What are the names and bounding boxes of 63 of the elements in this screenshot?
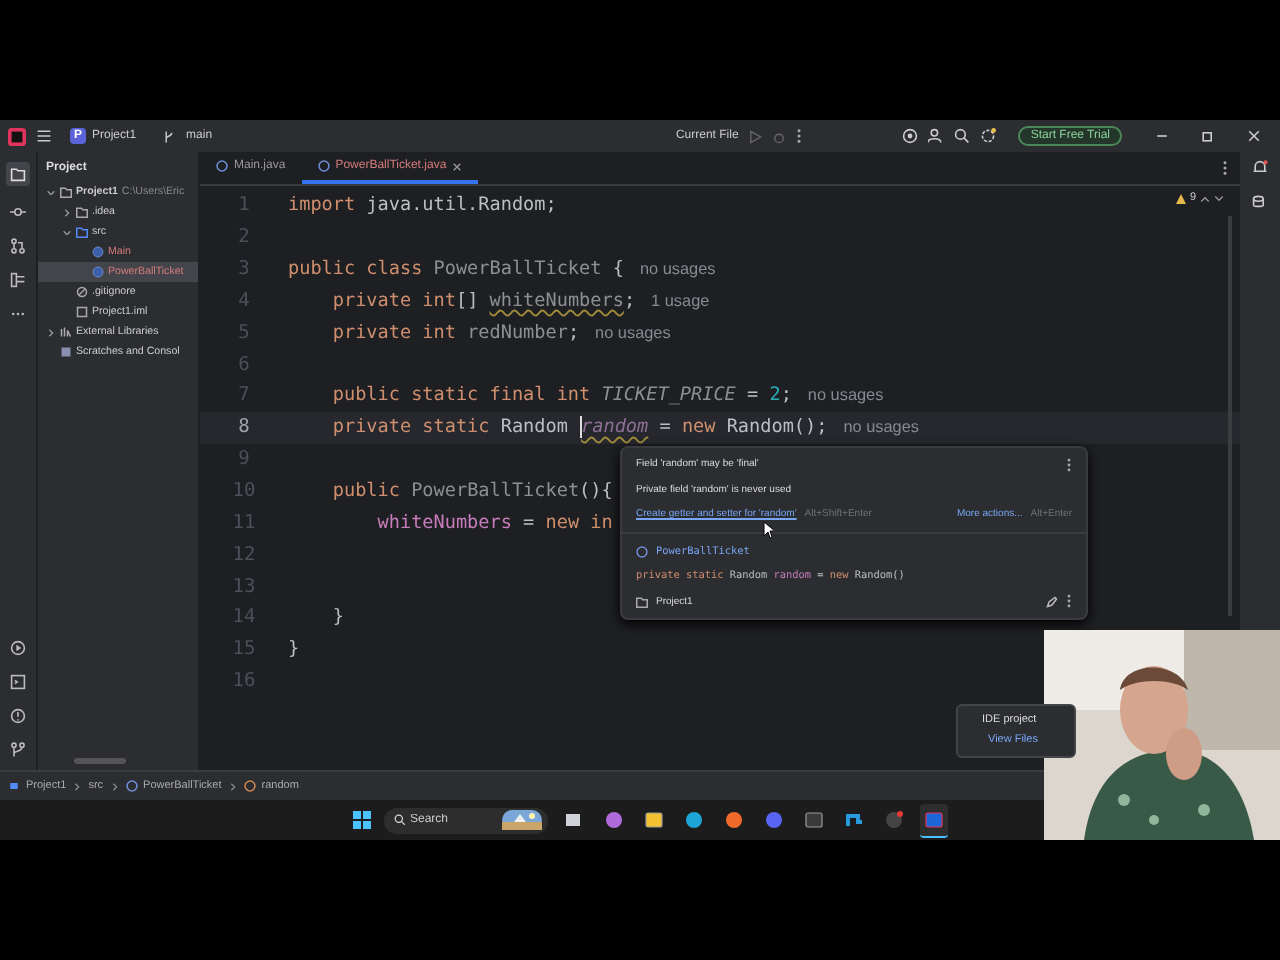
code-line: whiteNumbers = new in — [375, 511, 613, 534]
class-icon — [216, 160, 228, 172]
scrollbar[interactable] — [74, 758, 126, 764]
chevron-icon — [227, 781, 238, 791]
branch-icon — [162, 129, 177, 143]
ide-app-icon[interactable] — [920, 803, 948, 837]
code-line: public class PowerBallTicket { no usages — [288, 258, 716, 281]
database-icon[interactable] — [1252, 194, 1268, 210]
scratch-icon — [60, 346, 72, 358]
chevron-icon — [109, 781, 120, 791]
up-icon[interactable] — [1200, 193, 1210, 203]
close-icon[interactable] — [1246, 128, 1262, 144]
logo-icon[interactable] — [8, 127, 26, 145]
chevron-icon[interactable] — [46, 327, 56, 337]
mouse-pointer-icon — [762, 522, 774, 540]
more-icon[interactable] — [1222, 160, 1228, 176]
bell-icon[interactable] — [1252, 160, 1268, 176]
search-icon — [394, 814, 406, 826]
problems-icon[interactable] — [10, 708, 26, 724]
library-icon — [60, 326, 72, 338]
search-icon[interactable] — [954, 128, 971, 144]
code-line: private int redNumber; no usages — [330, 321, 671, 344]
folder-icon[interactable] — [6, 162, 30, 186]
class-icon — [125, 780, 138, 792]
code-line: private static Random random = new Random(); no usages — [330, 416, 919, 439]
terminal-icon[interactable] — [10, 674, 26, 690]
structure-icon[interactable] — [10, 272, 26, 288]
close-icon[interactable] — [452, 161, 463, 171]
module-icon — [8, 780, 20, 792]
module-icon — [636, 595, 648, 608]
code-line: public PowerBallTicket(){ — [330, 480, 613, 503]
module-icon — [60, 186, 72, 198]
chevron-icon[interactable] — [62, 207, 72, 217]
more-icon[interactable] — [796, 128, 803, 144]
class-icon — [636, 545, 648, 558]
settings-icon[interactable] — [980, 128, 997, 144]
code-line: import java.util.Random; — [288, 194, 557, 217]
code-line: private int[] whiteNumbers; 1 usage — [330, 289, 710, 312]
warning-icon[interactable] — [1175, 193, 1186, 203]
restore-icon[interactable] — [1200, 128, 1216, 144]
chevron-icon[interactable] — [62, 227, 72, 237]
git-icon[interactable] — [10, 742, 26, 758]
pull-request-icon[interactable] — [10, 238, 26, 254]
blocked-icon — [76, 286, 88, 298]
line-number: 8 — [236, 416, 252, 439]
more-icon[interactable] — [1066, 457, 1072, 472]
down-icon[interactable] — [1214, 193, 1224, 203]
services-icon[interactable] — [10, 640, 26, 656]
pencil-icon[interactable] — [1046, 595, 1058, 608]
more-icon[interactable] — [1066, 594, 1072, 609]
debug-icon[interactable] — [772, 129, 787, 143]
menu-icon[interactable] — [36, 128, 52, 144]
field-icon — [243, 780, 256, 792]
code-line: } — [288, 638, 300, 661]
code-line: public static final int TICKET_PRICE = 2; no usages — [330, 384, 884, 407]
file-icon — [76, 306, 88, 318]
code-line: } — [330, 606, 344, 629]
windows-icon[interactable] — [352, 810, 372, 830]
class-icon — [317, 160, 330, 172]
add-user-icon[interactable] — [928, 128, 945, 144]
chevron-icon — [72, 781, 83, 791]
commit-icon[interactable] — [10, 204, 26, 220]
chevron-icon[interactable] — [46, 187, 56, 197]
